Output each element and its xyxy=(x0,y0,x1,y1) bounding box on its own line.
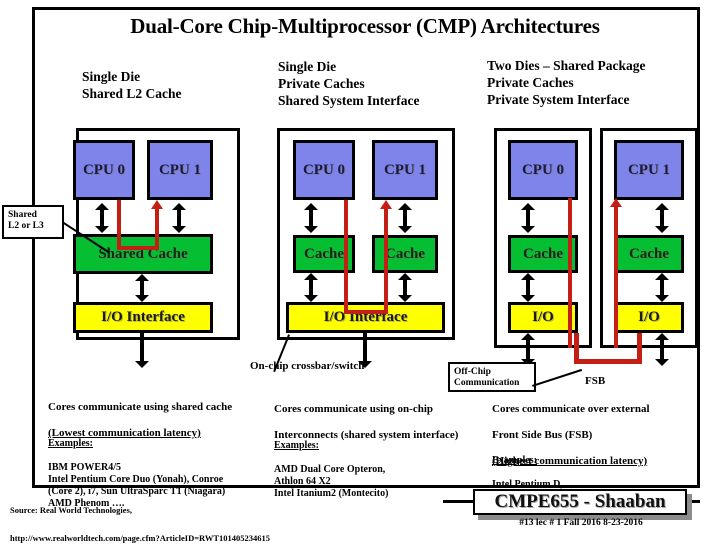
block-cpu1-panel-2: CPU 1 xyxy=(372,140,438,200)
block-io-interface-panel-1: I/O Interface xyxy=(73,302,213,333)
note-panel-3-line2: Front Side Bus (FSB) xyxy=(492,429,593,441)
fsb-bus-outline xyxy=(574,333,642,364)
block-cache1-panel-2: Cache xyxy=(372,235,438,273)
callout-shared-l2-l3: Shared L2 or L3 xyxy=(2,205,64,239)
page-title: Dual-Core Chip-Multiprocessor (CMP) Arch… xyxy=(130,14,600,38)
examples-panel-2: Examples: AMD Dual Core Opteron, Athlon … xyxy=(274,428,388,512)
badge-rule-left xyxy=(443,500,475,503)
examples-heading-panel-2: Examples: xyxy=(274,440,319,451)
note-panel-2-line1: Cores communicate using on-chip xyxy=(274,403,433,415)
connector-red-up-panel-3 xyxy=(614,207,618,348)
panel-header-2: Single Die Private Caches Shared System … xyxy=(278,59,420,108)
connector-red-bottom-panel-1 xyxy=(117,246,159,250)
arrow-cpu0-to-cache-panel-1 xyxy=(95,203,109,233)
arrow-cpu1-to-cache1-panel-2 xyxy=(398,203,412,233)
connector-red-bottom-panel-2 xyxy=(344,310,388,314)
arrow-cpu1-to-cache-panel-1 xyxy=(172,203,186,233)
source-line-1: Source: Real World Technologies, xyxy=(10,505,133,515)
connector-red-right-panel-1 xyxy=(155,209,159,250)
block-cpu0-panel-1: CPU 0 xyxy=(73,140,135,200)
source-line-2[interactable]: http://www.realworldtech.com/page.cfm?Ar… xyxy=(10,531,270,545)
connector-red-left-panel-1 xyxy=(117,200,121,250)
connector-red-arrowhead-panel-3 xyxy=(610,198,622,207)
examples-heading-panel-1: Examples: xyxy=(48,438,93,449)
arrow-cache-to-io-panel-1 xyxy=(135,274,149,302)
examples-heading-panel-3: Examples: xyxy=(492,455,537,466)
arrow-io-out-panel-1 xyxy=(135,333,149,368)
label-on-chip-crossbar: On-chip crossbar/switch xyxy=(250,360,365,372)
arrow-cpu1-to-cache1-panel-3 xyxy=(655,203,669,233)
arrow-cache0-to-io0-panel-3 xyxy=(521,273,535,302)
footer-meta: #13 lec # 1 Fall 2016 8-23-2016 xyxy=(519,518,643,528)
label-fsb: FSB xyxy=(585,375,606,387)
examples-list-panel-2: AMD Dual Core Opteron, Athlon 64 X2 Inte… xyxy=(274,464,389,499)
panel-header-3: Two Dies – Shared Package Private Caches… xyxy=(487,58,646,107)
source-attribution: Source: Real World Technologies, http://… xyxy=(10,489,270,559)
panel-header-1: Single Die Shared L2 Cache xyxy=(82,69,182,101)
block-io1-panel-3: I/O xyxy=(614,302,684,333)
block-cpu1-panel-1: CPU 1 xyxy=(147,140,213,200)
block-cpu0-panel-3: CPU 0 xyxy=(508,140,578,200)
arrow-cache1-to-io-panel-2 xyxy=(398,273,412,302)
course-badge: CMPE655 - Shaaban xyxy=(473,489,687,515)
block-cache1-panel-3: Cache xyxy=(614,235,684,273)
connector-red-right-panel-2 xyxy=(384,209,388,314)
arrow-cache0-to-io-panel-2 xyxy=(304,273,318,302)
arrow-io1-out-panel-3 xyxy=(655,333,669,366)
arrow-cpu0-to-cache0-panel-2 xyxy=(304,203,318,233)
note-panel-3-line1: Cores communicate over external xyxy=(492,403,650,415)
block-shared-cache-panel-1: Shared Cache xyxy=(73,234,213,274)
connector-red-left-panel-2 xyxy=(344,200,348,314)
callout-off-chip-communication: Off-Chip Communication xyxy=(448,362,536,392)
block-io-interface-panel-2: I/O Interface xyxy=(286,302,445,333)
arrow-cache1-to-io1-panel-3 xyxy=(655,273,669,302)
arrow-cpu0-to-cache0-panel-3 xyxy=(521,203,535,233)
block-cpu1-panel-3: CPU 1 xyxy=(614,140,684,200)
connector-red-arrowhead-panel-1 xyxy=(151,200,163,209)
connector-red-arrowhead-panel-2 xyxy=(380,200,392,209)
slide-canvas: Dual-Core Chip-Multiprocessor (CMP) Arch… xyxy=(0,0,720,543)
note-panel-1-line1: Cores communicate using shared cache xyxy=(48,401,233,413)
block-cpu0-panel-2: CPU 0 xyxy=(293,140,355,200)
connector-red-down-panel-3 xyxy=(568,198,572,348)
